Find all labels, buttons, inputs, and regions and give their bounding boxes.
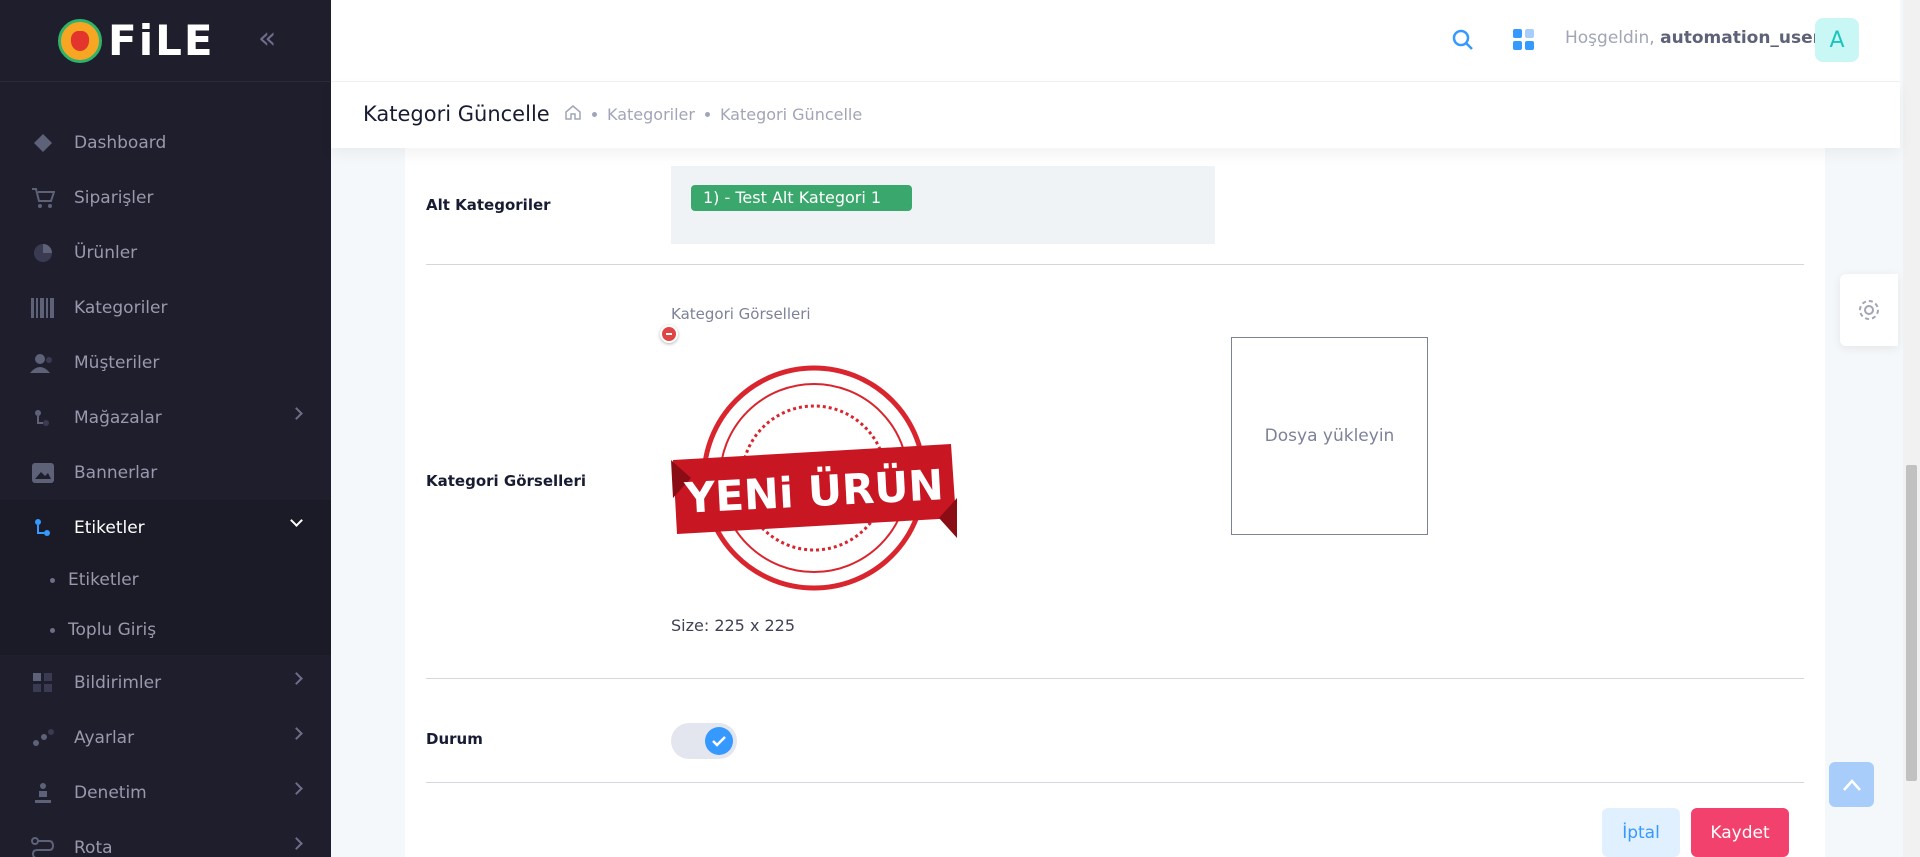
chevron-right-icon (290, 727, 303, 740)
remove-image-button[interactable] (660, 325, 678, 343)
welcome-text: Hoşgeldin, automation_user (1565, 28, 1821, 48)
sidebar-item-categories[interactable]: Kategoriler (0, 280, 331, 335)
route-icon (30, 836, 56, 857)
divider (426, 264, 1804, 265)
status-label: Durum (426, 730, 483, 748)
file-upload-dropzone[interactable]: Dosya yükleyin (1231, 337, 1428, 535)
sidebar-item-label: Bildirimler (74, 672, 162, 693)
barcode-icon (30, 297, 56, 319)
sidebar-menu: Dashboard Siparişler Ürünler Kategoriler… (0, 115, 331, 857)
chevron-right-icon (290, 672, 303, 685)
sidebar-item-label: Bannerlar (74, 462, 158, 483)
username: automation_user (1660, 28, 1822, 48)
submenu-item-tags[interactable]: Etiketler (0, 555, 331, 605)
sidebar-item-route[interactable]: Rota (0, 820, 331, 857)
sidebar-item-settings[interactable]: Ayarlar (0, 710, 331, 765)
subcategories-label: Alt Kategoriler (426, 196, 551, 214)
sidebar-item-label: Siparişler (74, 187, 154, 208)
sidebar-item-banners[interactable]: Bannerlar (0, 445, 331, 500)
sidebar-item-label: Ürünler (74, 242, 138, 263)
sidebar-item-label: Rota (74, 837, 113, 857)
cancel-button[interactable]: İptal (1602, 808, 1680, 857)
sidebar: FiLE « Dashboard Siparişler Ürünler Kate… (0, 0, 331, 857)
sidebar-item-label: Dashboard (74, 132, 167, 153)
settings-gear-icon[interactable] (1840, 274, 1898, 346)
sidebar-item-audit[interactable]: Denetim (0, 765, 331, 820)
tag-icon (30, 517, 56, 539)
subcategory-tag[interactable]: 1) - Test Alt Kategori 1 (691, 185, 912, 211)
submenu-item-bulk-entry[interactable]: Toplu Giriş (0, 605, 331, 655)
tags-submenu: Etiketler Toplu Giriş (0, 555, 331, 655)
sidebar-item-label: Kategoriler (74, 297, 168, 318)
page-scrollbar[interactable] (1903, 0, 1920, 857)
search-icon[interactable] (1451, 28, 1475, 52)
category-image[interactable]: YENi ÜRÜN (671, 348, 957, 606)
check-icon (705, 727, 733, 755)
store-icon (30, 407, 56, 429)
logo-text: FiLE (108, 16, 215, 65)
breadcrumb-current: Kategori Güncelle (719, 104, 863, 124)
save-button[interactable]: Kaydet (1691, 808, 1789, 857)
images-caption: Kategori Görselleri (671, 305, 811, 323)
scroll-top-button[interactable] (1829, 762, 1874, 807)
chevron-right-icon (290, 407, 303, 420)
chevron-down-icon (290, 514, 303, 527)
page-title: Kategori Güncelle (363, 102, 550, 126)
sidebar-item-tags[interactable]: Etiketler (0, 500, 331, 555)
submenu-item-label: Etiketler (68, 570, 139, 590)
subcategories-box: 1) - Test Alt Kategori 1 (671, 166, 1215, 244)
settings-dots-icon (30, 727, 56, 749)
sidebar-item-products[interactable]: Ürünler (0, 225, 331, 280)
image-size: Size: 225 x 225 (671, 616, 796, 635)
breadcrumb: Kategoriler Kategori Güncelle (564, 104, 862, 124)
diamond-icon (30, 132, 56, 154)
chevron-right-icon (290, 837, 303, 850)
sidebar-item-label: Müşteriler (74, 352, 160, 373)
breadcrumb-categories[interactable]: Kategoriler (607, 105, 695, 124)
sidebar-item-stores[interactable]: Mağazalar (0, 390, 331, 445)
divider (426, 678, 1804, 679)
avatar[interactable]: A (1815, 18, 1859, 62)
sidebar-item-label: Denetim (74, 782, 147, 803)
top-header: Hoşgeldin, automation_user A (331, 0, 1900, 82)
box-icon (30, 242, 56, 264)
chevron-right-icon (290, 782, 303, 795)
sidebar-item-label: Mağazalar (74, 407, 162, 428)
sidebar-item-label: Etiketler (74, 517, 145, 538)
submenu-item-label: Toplu Giriş (68, 620, 157, 640)
status-toggle[interactable] (671, 723, 737, 759)
sidebar-item-orders[interactable]: Siparişler (0, 170, 331, 225)
sidebar-item-customers[interactable]: Müşteriler (0, 335, 331, 390)
image-icon (30, 462, 56, 484)
audit-icon (30, 782, 56, 804)
logo-icon (58, 18, 102, 63)
form-card: Alt Kategoriler 1) - Test Alt Kategori 1… (405, 148, 1825, 857)
collapse-sidebar-icon[interactable]: « (258, 22, 286, 56)
cart-icon (30, 187, 56, 209)
welcome-greeting: Hoşgeldin, (1565, 28, 1655, 48)
home-icon[interactable] (564, 104, 582, 124)
sidebar-item-dashboard[interactable]: Dashboard (0, 115, 331, 170)
scrollbar-thumb[interactable] (1906, 465, 1917, 781)
category-images-label: Kategori Görselleri (426, 472, 587, 490)
sidebar-item-notifications[interactable]: Bildirimler (0, 655, 331, 710)
page-toolbar: Kategori Güncelle Kategoriler Kategori G… (331, 82, 1900, 148)
divider (426, 782, 1804, 783)
apps-grid-icon[interactable] (1513, 29, 1535, 51)
sidebar-item-label: Ayarlar (74, 727, 135, 748)
grid-icon (30, 672, 56, 694)
users-icon (30, 352, 56, 374)
